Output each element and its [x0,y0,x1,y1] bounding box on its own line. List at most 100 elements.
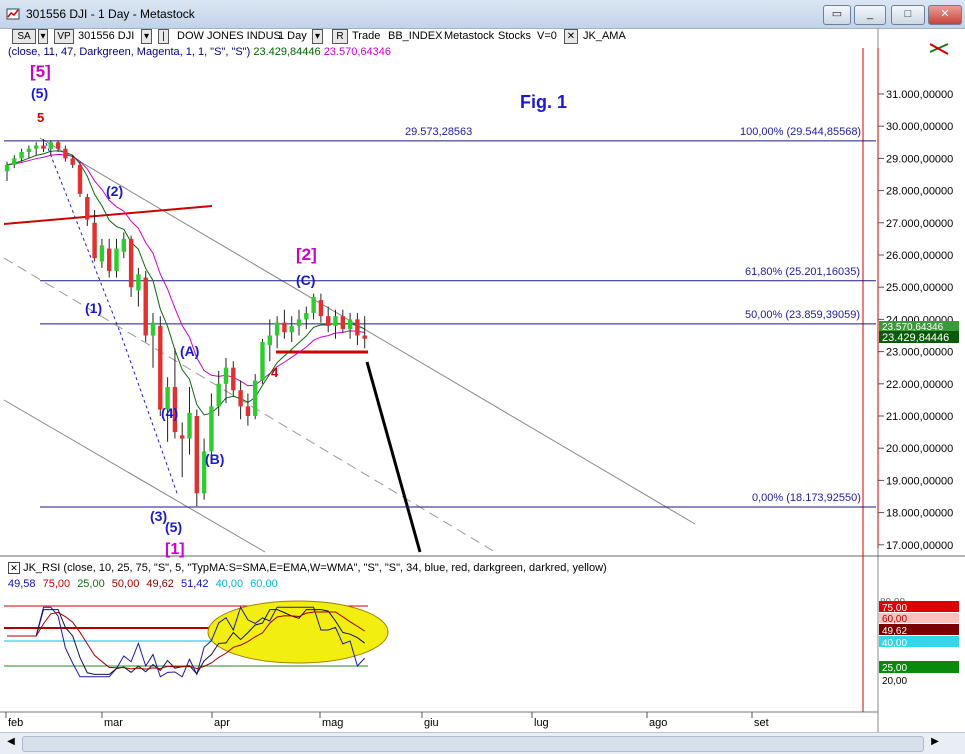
price-tick-label: 21.000,00000 [886,411,953,423]
rsi-params: (close, 10, 25, 75, "S", 5, "TypMA:S=SMA… [63,562,607,574]
ama-value-1: 23.429,84446 [253,46,321,58]
wave-5-paren: (5) [31,85,48,101]
candle-body [63,148,68,159]
wave-1-big: [1] [165,541,185,558]
scroll-left-icon[interactable]: ◀ [4,736,18,750]
candle-body [340,316,345,330]
toolbar-arrows-icon[interactable] [929,43,949,55]
date-tick-label: mar [104,717,123,729]
date-tick-label: feb [8,717,23,729]
price-tick-label: 19.000,00000 [886,475,953,487]
candle-body [99,245,105,262]
rsi-value-0: 49,58 [8,578,39,590]
candle-body [289,325,294,333]
candle-body [231,367,236,391]
candle-body [114,248,119,272]
candle-body [296,319,302,326]
wave-1-paren: (1) [85,300,102,316]
price-tick-label: 27.000,00000 [886,218,953,230]
price-tick-label: 28.000,00000 [886,186,953,198]
price-tick-label: 25.000,00000 [886,282,953,294]
candle-body [26,148,32,152]
wave-5b-paren: (5) [165,519,182,535]
candle-body [267,335,272,346]
price-tick-label: 22.000,00000 [886,379,953,391]
price-tick-label: 23.000,00000 [886,347,953,359]
candle-body [55,142,61,149]
candle-body [238,390,243,407]
rsi-close-icon[interactable]: ✕ [8,562,20,575]
candle-body [347,319,353,330]
candle-body [187,412,192,439]
rsi-badge-25: 25,00 [882,663,907,674]
wave-2-paren: (2) [106,183,123,199]
rsi-value-6: 40,00 [215,578,247,590]
candle-body [128,238,134,288]
rsi-highlight-ellipse [207,600,389,664]
candle-body [41,145,46,149]
wave-5-big: [5] [30,62,51,81]
mid-channel-line [3,257,496,553]
rsi-badge-40: 40,00 [882,638,907,649]
wave-b-paren: (B) [205,451,224,467]
candle-body [245,406,251,416]
candle-body [223,367,229,384]
wave-c-paren: (C) [296,272,315,288]
chart-canvas[interactable]: 31.000,00000 30.000,00000 29.000,00000 28.0… [0,0,965,753]
ama-params: (close, 11, 47, Darkgreen, Magenta, 1, 1… [8,46,251,58]
rsi-value-1: 75,00 [42,578,74,590]
candle-body [121,238,126,252]
price-axis: 31.000,00000 30.000,00000 29.000,00000 28.0… [878,89,953,552]
wave-4-paren: (4) [161,405,178,421]
candle-body [333,316,338,326]
rsi-value-4: 49,62 [146,578,177,590]
candle-body [48,142,53,149]
date-tick-label: giu [424,717,439,729]
candle-body [274,322,280,336]
candle-body [92,222,97,259]
fib-618-label: 61,80% (25.201,16035) [745,266,860,278]
candle-body [158,325,163,410]
horizontal-scrollbar[interactable]: ◀ ▶ [0,732,965,754]
wave-5-small: 5 [37,110,44,125]
candle-body [260,341,265,381]
candle-body [282,322,287,333]
date-tick-label: apr [214,717,230,729]
candle-body [253,380,258,416]
fig-label: Fig. 1 [520,92,567,112]
scroll-thumb[interactable] [22,736,924,752]
price-tick-label: 18.000,00000 [886,508,953,520]
candles-group [4,139,367,507]
wave-4-small: 4 [271,365,279,380]
price-tick-label: 31.000,00000 [886,89,953,101]
fib-50-label: 50,00% (23.859,39059) [745,309,860,321]
date-axis: feb mar apr mag giu lug ago set [5,712,769,729]
candle-body [194,416,199,494]
date-tick-label: ago [649,717,667,729]
rsi-name: JK_RSI [23,562,61,574]
rsi-badge-75: 75,00 [882,603,907,614]
rsi-values: 49,58 75,00 25,00 50,00 49,62 51,42 40,0… [8,578,282,590]
candle-body [318,300,324,317]
price-tick-label: 20.000,00000 [886,443,953,455]
rsi-badge-60: 60,00 [882,614,907,625]
rsi-value-2: 25,00 [77,578,108,590]
ama-params-line: (close, 11, 47, Darkgreen, Magenta, 1, 1… [8,46,391,58]
candle-body [70,158,75,165]
trend-lines [3,137,696,553]
rsi-value-3: 50,00 [111,578,143,590]
candle-body [304,312,309,320]
candle-body [209,406,214,452]
wave-2-big: [2] [296,245,317,264]
fib-lines [4,140,876,508]
candle-body [12,158,17,165]
rsi-value-5: 51,42 [180,578,212,590]
price-tick-label: 26.000,00000 [886,250,953,262]
ama-value-2: 23.570,64346 [323,46,391,58]
close-badge-value: 23.429,84446 [882,332,949,344]
candle-body [4,164,10,172]
candle-body [180,435,185,439]
candle-body [150,322,156,336]
black-projection-line [365,361,422,553]
scroll-right-icon[interactable]: ▶ [928,736,942,750]
